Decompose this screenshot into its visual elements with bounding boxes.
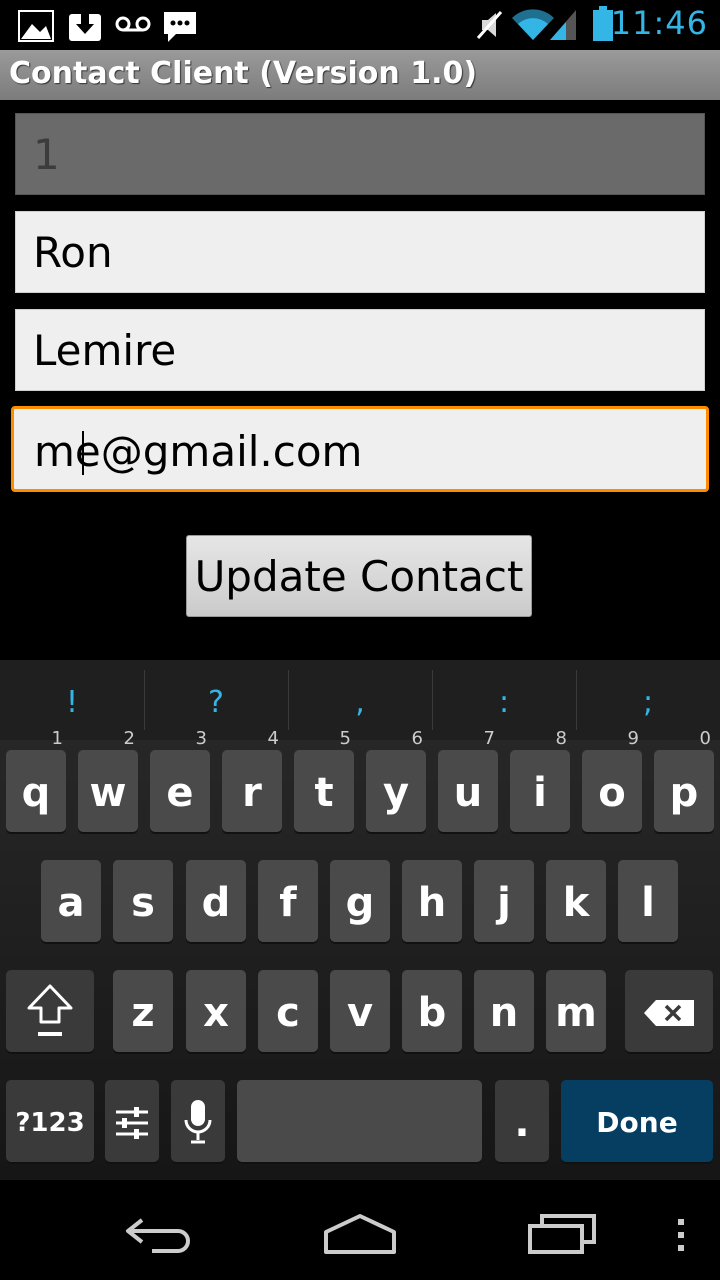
symbols-key[interactable]: ?123 xyxy=(6,1080,94,1162)
key-n[interactable]: n xyxy=(474,970,534,1052)
key-o[interactable]: o9 xyxy=(582,728,642,832)
key-char: q xyxy=(21,770,51,816)
key-f[interactable]: f xyxy=(258,860,318,942)
soft-keyboard: ! ? , : ; q1 w2 e3 r4 t5 y6 u7 i8 o9 p0 … xyxy=(0,660,720,1180)
app-title-bar: Contact Client (Version 1.0) xyxy=(0,50,720,100)
period-key[interactable]: . xyxy=(495,1080,549,1162)
key-c[interactable]: c xyxy=(258,970,318,1052)
key-hint: 4 xyxy=(267,728,279,749)
first-name-field[interactable]: Ron xyxy=(15,211,705,293)
status-bar: 11:46 xyxy=(0,0,720,50)
key-char: i xyxy=(533,770,547,816)
key-hint: 6 xyxy=(411,728,423,749)
key-k[interactable]: k xyxy=(546,860,606,942)
key-char: o xyxy=(598,770,626,816)
key-hint: 9 xyxy=(627,728,639,749)
app-title: Contact Client (Version 1.0) xyxy=(9,56,478,91)
key-j[interactable]: j xyxy=(474,860,534,942)
contact-id-field: 1 xyxy=(15,113,705,195)
key-l[interactable]: l xyxy=(618,860,678,942)
recent-apps-icon[interactable] xyxy=(526,1212,598,1256)
suggestion-item[interactable]: ! xyxy=(0,660,144,740)
navigation-bar xyxy=(0,1180,720,1280)
key-hint: 0 xyxy=(699,728,711,749)
key-b[interactable]: b xyxy=(402,970,462,1052)
space-key[interactable] xyxy=(237,1080,482,1162)
shift-icon xyxy=(27,984,73,1036)
voicemail-icon xyxy=(115,16,151,32)
key-hint: 5 xyxy=(339,728,351,749)
key-m[interactable]: m xyxy=(546,970,606,1052)
key-char: r xyxy=(242,770,262,816)
microphone-icon xyxy=(184,1100,212,1144)
suggestion-item[interactable]: ; xyxy=(576,660,720,740)
shift-key[interactable] xyxy=(6,970,94,1052)
key-g[interactable]: g xyxy=(330,860,390,942)
key-t[interactable]: t5 xyxy=(294,728,354,832)
back-icon[interactable] xyxy=(122,1214,196,1254)
key-e[interactable]: e3 xyxy=(150,728,210,832)
key-z[interactable]: z xyxy=(113,970,173,1052)
key-char: e xyxy=(166,770,194,816)
signal-icon xyxy=(550,10,576,40)
key-char: p xyxy=(669,770,699,816)
backspace-key[interactable] xyxy=(625,970,713,1052)
key-hint: 1 xyxy=(51,728,63,749)
gallery-icon xyxy=(18,10,54,42)
key-x[interactable]: x xyxy=(186,970,246,1052)
key-hint: 8 xyxy=(555,728,567,749)
settings-key[interactable] xyxy=(105,1080,159,1162)
key-char: y xyxy=(382,770,410,816)
key-y[interactable]: y6 xyxy=(366,728,426,832)
key-char: u xyxy=(453,770,483,816)
key-h[interactable]: h xyxy=(402,860,462,942)
suggestion-strip: ! ? , : ; xyxy=(0,660,720,740)
key-s[interactable]: s xyxy=(113,860,173,942)
text-cursor xyxy=(82,431,84,475)
mute-icon xyxy=(476,11,503,39)
last-name-field[interactable]: Lemire xyxy=(15,309,705,391)
suggestion-item[interactable]: , xyxy=(288,660,432,740)
key-char: w xyxy=(89,770,127,816)
key-q[interactable]: q1 xyxy=(6,728,66,832)
key-char: t xyxy=(314,770,334,816)
key-hint: 3 xyxy=(195,728,207,749)
key-hint: 2 xyxy=(123,728,135,749)
clock: 11:46 xyxy=(610,4,708,42)
key-p[interactable]: p0 xyxy=(654,728,714,832)
key-r[interactable]: r4 xyxy=(222,728,282,832)
voice-input-key[interactable] xyxy=(171,1080,225,1162)
update-contact-button[interactable]: Update Contact xyxy=(186,535,532,617)
key-i[interactable]: i8 xyxy=(510,728,570,832)
home-icon[interactable] xyxy=(322,1212,398,1256)
download-icon xyxy=(69,14,101,41)
email-field[interactable]: me@gmail.com xyxy=(11,406,709,492)
settings-sliders-icon xyxy=(116,1107,148,1139)
key-v[interactable]: v xyxy=(330,970,390,1052)
message-icon xyxy=(164,12,196,42)
done-key[interactable]: Done xyxy=(561,1080,713,1162)
key-u[interactable]: u7 xyxy=(438,728,498,832)
key-a[interactable]: a xyxy=(41,860,101,942)
overflow-menu-icon[interactable] xyxy=(676,1218,686,1252)
key-d[interactable]: d xyxy=(186,860,246,942)
suggestion-item[interactable]: : xyxy=(432,660,576,740)
key-hint: 7 xyxy=(483,728,495,749)
key-w[interactable]: w2 xyxy=(78,728,138,832)
suggestion-item[interactable]: ? xyxy=(144,660,288,740)
backspace-icon xyxy=(644,1000,694,1026)
